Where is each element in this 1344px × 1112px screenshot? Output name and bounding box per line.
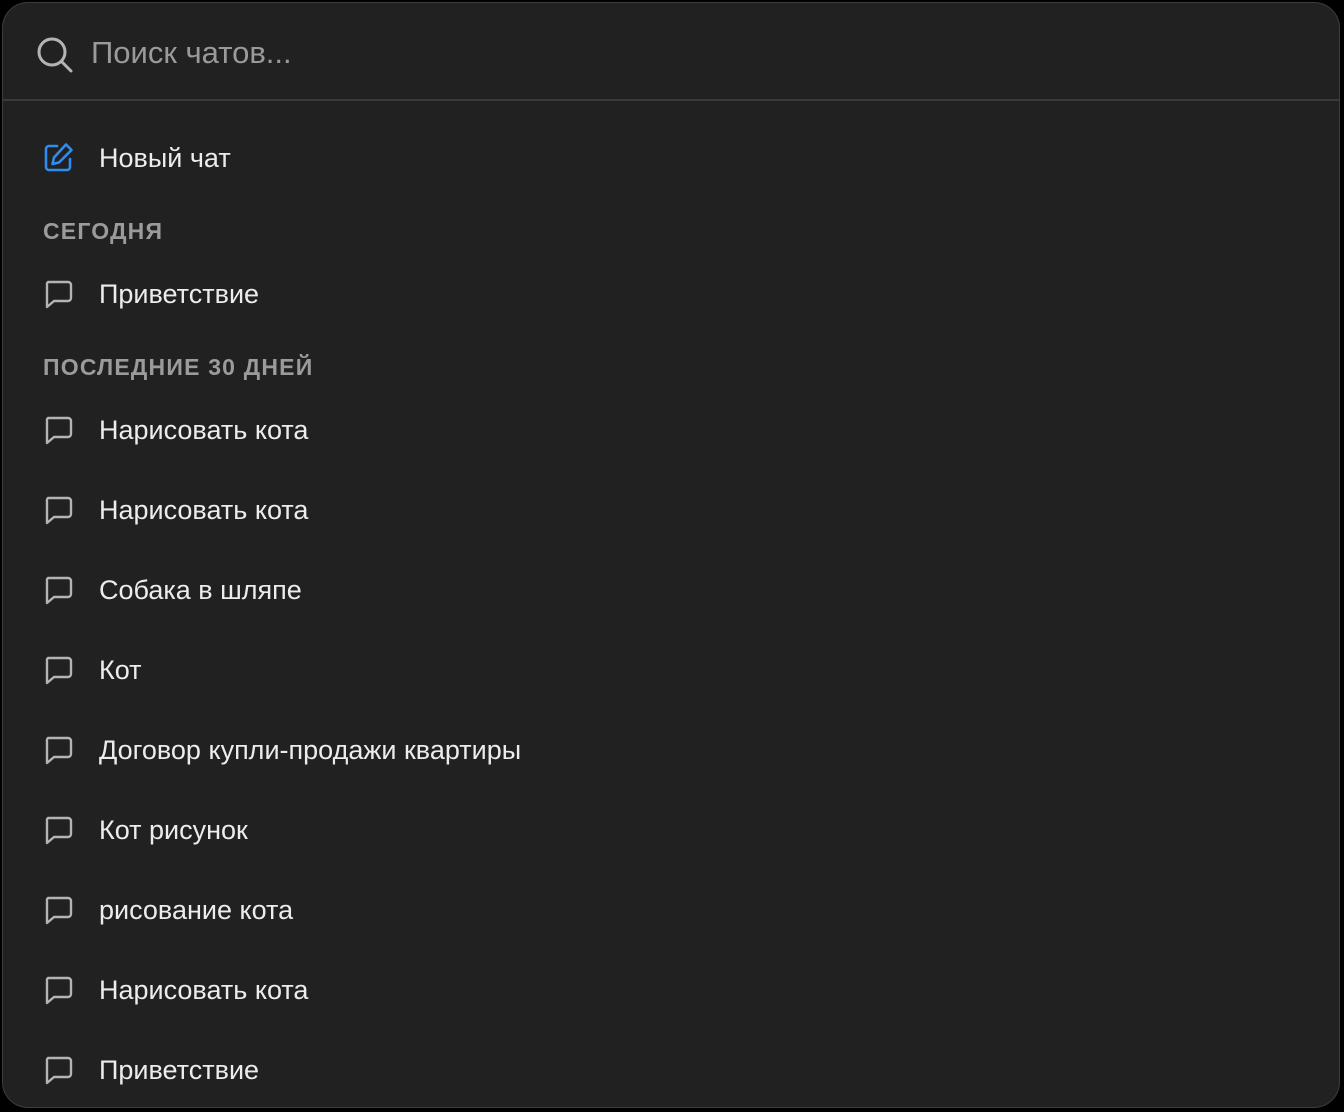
- chat-bubble-icon: [45, 280, 73, 309]
- search-input[interactable]: [91, 27, 1291, 79]
- search-bar: [3, 3, 1339, 101]
- chat-bubble-icon: [45, 1056, 73, 1085]
- chat-item[interactable]: Приветствие: [3, 1041, 1339, 1097]
- chat-bubble-icon: [45, 576, 73, 605]
- chat-bubble-icon: [45, 976, 73, 1005]
- chat-item-label: Кот рисунок: [99, 815, 248, 845]
- chat-bubble-icon: [45, 736, 73, 765]
- chat-item-label: Приветствие: [99, 279, 260, 309]
- chat-item-label: Нарисовать кота: [99, 975, 309, 1005]
- chat-item-label: рисование кота: [99, 895, 294, 925]
- chat-item[interactable]: Собака в шляпе: [3, 561, 1339, 617]
- chat-item[interactable]: Нарисовать кота: [3, 961, 1339, 1017]
- chat-bubble-icon: [45, 896, 73, 925]
- chat-bubble-icon: [45, 416, 73, 445]
- chat-item-label: Кот: [99, 655, 142, 685]
- chat-item[interactable]: Договор купли-продажи квартиры: [3, 721, 1339, 777]
- chat-bubble-icon: [45, 656, 73, 685]
- new-chat-icon: [44, 143, 73, 172]
- chat-item[interactable]: рисование кота: [3, 881, 1339, 937]
- section-header-last-30-days: ПОСЛЕДНИЕ 30 ДНЕЙ: [43, 354, 314, 380]
- chat-item-label: Нарисовать кота: [99, 415, 309, 445]
- chat-item-label: Собака в шляпе: [99, 575, 302, 605]
- new-chat-label: Новый чат: [99, 143, 231, 173]
- chat-item[interactable]: Нарисовать кота: [3, 481, 1339, 537]
- section-header-today: СЕГОДНЯ: [43, 218, 164, 244]
- search-icon: [37, 37, 73, 73]
- chat-item[interactable]: Кот рисунок: [3, 801, 1339, 857]
- new-chat-button[interactable]: Новый чат: [3, 129, 1339, 185]
- chat-item[interactable]: Кот: [3, 641, 1339, 697]
- chat-search-panel: Новый чат СЕГОДНЯ Приветствие ПОСЛЕДНИЕ …: [2, 2, 1340, 1108]
- chat-item[interactable]: Нарисовать кота: [3, 401, 1339, 457]
- chat-bubble-icon: [45, 496, 73, 525]
- chat-item-label: Нарисовать кота: [99, 495, 309, 525]
- chat-bubble-icon: [45, 816, 73, 845]
- chat-item[interactable]: Приветствие: [3, 265, 1339, 321]
- chat-item-label: Приветствие: [99, 1055, 260, 1085]
- chat-item-label: Договор купли-продажи квартиры: [99, 735, 522, 765]
